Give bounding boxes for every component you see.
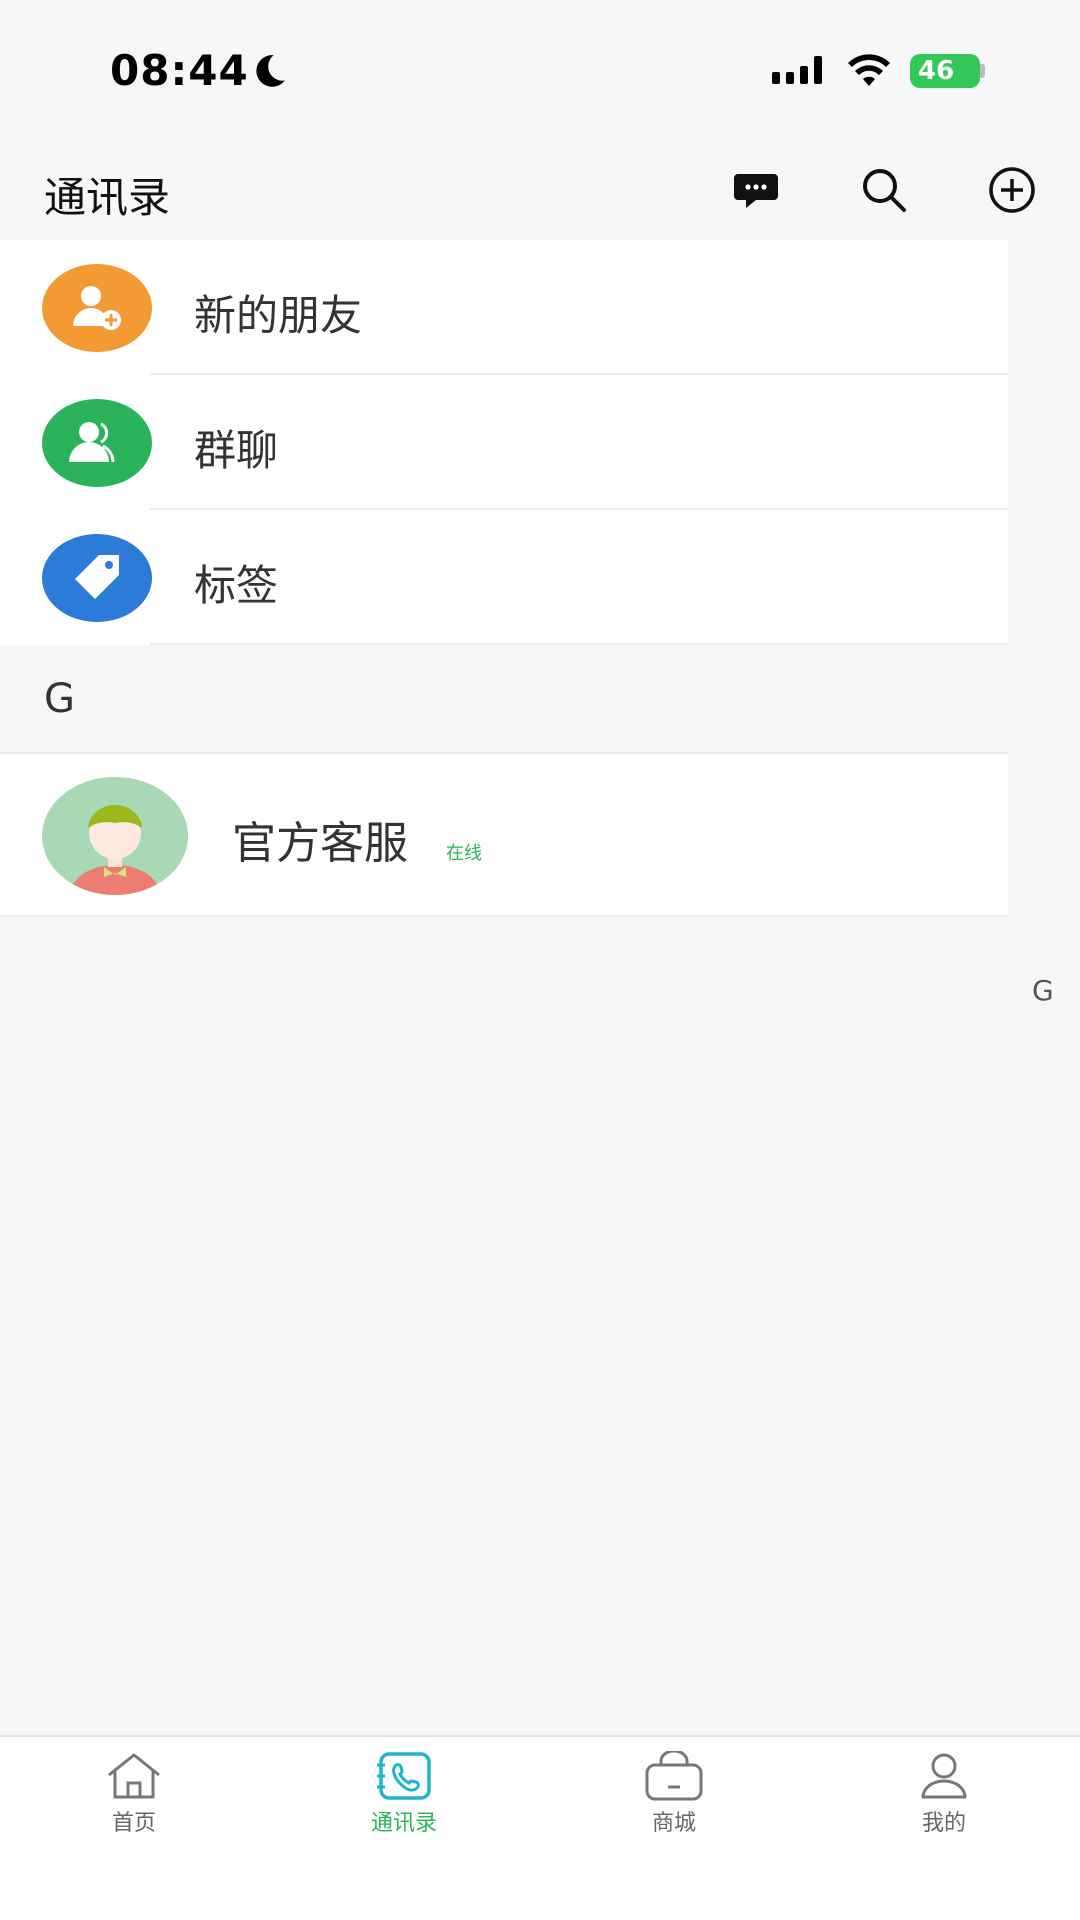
menu-item-label: 群聊 <box>194 426 279 475</box>
tab-label: 通讯录 <box>370 1811 437 1836</box>
contact-row[interactable]: 官方客服 在线 <box>0 755 1008 917</box>
tag-icon <box>42 534 152 622</box>
avatar <box>42 777 188 895</box>
contacts-icon <box>377 1752 431 1800</box>
bottom-tab-bar: 首页 通讯录 商城 我的 <box>0 1735 1080 1920</box>
add-circle-icon[interactable] <box>986 164 1038 216</box>
status-bar: 08:44 46 <box>0 0 1080 140</box>
menu-item-label: 标签 <box>194 561 279 610</box>
battery-level: 46 <box>918 56 955 86</box>
moon-icon <box>256 55 285 87</box>
search-icon[interactable] <box>858 164 910 216</box>
tab-contacts[interactable]: 通讯录 <box>334 1751 474 1861</box>
header: 通讯录 <box>0 140 1080 240</box>
tab-home[interactable]: 首页 <box>64 1751 204 1861</box>
shop-bag-icon <box>645 1751 703 1801</box>
divider <box>0 915 1008 917</box>
menu-item-group-chat[interactable]: 群聊 <box>0 375 1008 510</box>
tab-label: 首页 <box>111 1811 156 1836</box>
menu-item-new-friends[interactable]: 新的朋友 <box>0 240 1008 375</box>
group-chat-icon <box>42 399 152 487</box>
message-icon[interactable] <box>730 164 782 216</box>
tab-label: 我的 <box>921 1811 966 1836</box>
tab-shop[interactable]: 商城 <box>604 1751 744 1861</box>
add-friend-icon <box>42 264 152 352</box>
contact-name: 官方客服 <box>232 818 408 869</box>
profile-icon <box>921 1753 967 1799</box>
divider <box>150 643 1008 645</box>
menu-item-tags[interactable]: 标签 <box>0 510 1008 645</box>
battery-cap <box>980 64 985 78</box>
section-letter: G <box>44 676 75 722</box>
section-header: G <box>0 646 1008 754</box>
page-title: 通讯录 <box>44 173 171 222</box>
tab-label: 商城 <box>651 1811 696 1836</box>
menu-item-label: 新的朋友 <box>194 291 363 340</box>
wifi-icon <box>848 54 890 86</box>
tab-profile[interactable]: 我的 <box>874 1751 1014 1861</box>
alphabet-index-bar[interactable]: G <box>1008 240 1080 1735</box>
online-status-badge: 在线 <box>446 843 482 864</box>
cellular-signal-icon <box>772 56 822 84</box>
battery-indicator: 46 <box>910 54 980 88</box>
index-letter-g[interactable]: G <box>1032 974 1054 1007</box>
home-icon <box>108 1753 160 1799</box>
function-menu: 新的朋友 群聊 标签 <box>0 240 1008 645</box>
divider <box>0 752 1008 754</box>
contacts-screen: 08:44 46 通讯录 新的朋友 群聊 标签 G 官方客服 在线 G 首页 通… <box>0 0 1080 1920</box>
status-time: 08:44 <box>110 46 249 95</box>
